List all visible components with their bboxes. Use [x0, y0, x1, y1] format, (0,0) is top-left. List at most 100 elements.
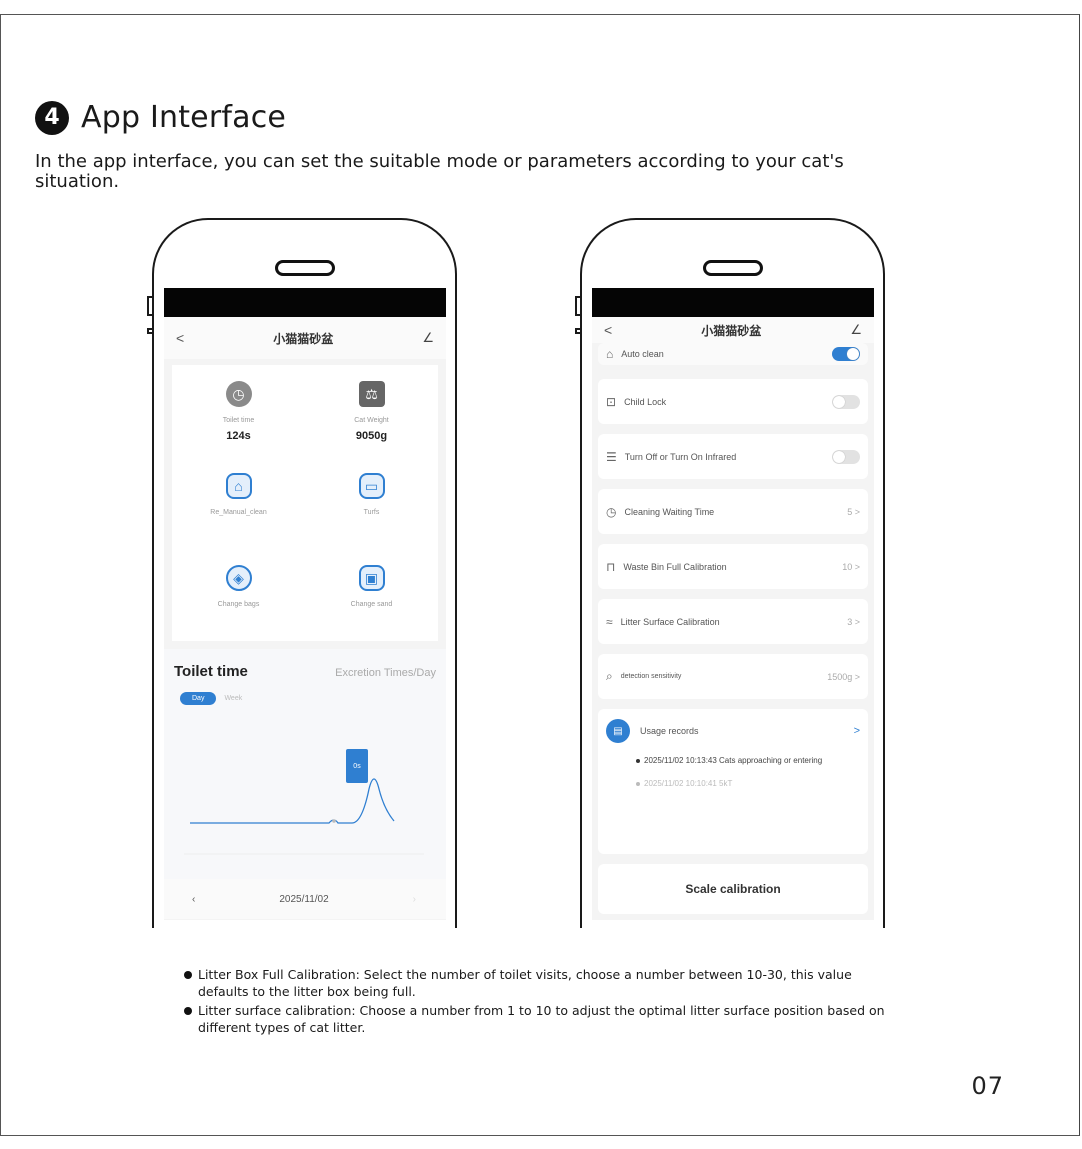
tile-turfs[interactable]: ▭ Turfs: [305, 457, 438, 549]
tile-manual-clean[interactable]: ⌂ Re_Manual_clean: [172, 457, 305, 549]
usage-record: 2025/11/02 10:13:43 Cats approaching or …: [636, 755, 860, 766]
lock-icon: ⊡: [606, 394, 617, 409]
setting-value: 5 >: [847, 506, 860, 517]
setting-label: Waste Bin Full Calibration: [623, 561, 727, 572]
auto-clean-toggle[interactable]: [832, 347, 860, 361]
app-screen-settings: < 小猫猫砂盆 ∠ ⌂ Auto clean ⊡ Child Lock ☰ Turn …: [592, 288, 874, 920]
setting-cleaning-wait[interactable]: ◷ Cleaning Waiting Time 5 >: [598, 489, 868, 534]
back-icon[interactable]: <: [604, 322, 612, 338]
search-icon: ⌕: [606, 669, 613, 683]
phone-side-button: [147, 296, 153, 316]
section-number-badge: 4: [35, 100, 69, 135]
setting-label: Turn Off or Turn On Infrared: [624, 451, 737, 462]
date-nav: ‹ 2025/11/02 ›: [164, 879, 446, 919]
bin-icon: ▭: [358, 473, 385, 499]
phone-side-button: [147, 328, 153, 334]
broom-icon: ⌂: [606, 347, 614, 361]
infrared-toggle[interactable]: [832, 449, 860, 464]
setting-label: Litter Surface Calibration: [620, 616, 720, 627]
back-icon[interactable]: <: [176, 330, 184, 346]
chart-tabs: Toilet time Excretion Times/Day: [164, 649, 446, 680]
tile-cat-weight[interactable]: ⚖ Cat Weight 9050g: [305, 365, 438, 457]
scale-calibration-button[interactable]: Scale calibration: [598, 864, 868, 914]
tile-change-bags[interactable]: ◈ Change bags: [172, 549, 305, 641]
sand-icon: ▣: [358, 565, 385, 591]
chart-line-svg: [184, 778, 424, 855]
chevron-right-icon[interactable]: >: [854, 725, 860, 737]
tile-label: Change bags: [217, 601, 260, 608]
section-heading: 4 App Interface: [35, 100, 286, 135]
tile-value: 9050g: [355, 430, 388, 442]
setting-label: Cleaning Waiting Time: [624, 506, 715, 517]
tile-change-sand[interactable]: ▣ Change sand: [305, 549, 438, 641]
setting-label: Auto clean: [621, 349, 664, 359]
setting-auto-clean[interactable]: ⌂ Auto clean: [598, 343, 868, 365]
bin-icon: ⊓: [606, 559, 616, 574]
phone-speaker: [274, 260, 335, 276]
chart-tooltip: 0s: [346, 749, 368, 783]
bag-icon: ◈: [225, 565, 252, 591]
tab-excretion-times[interactable]: Excretion Times/Day: [335, 667, 436, 679]
next-date-button[interactable]: ›: [413, 894, 416, 905]
tile-label: Cat Weight: [354, 417, 389, 424]
function-grid: ◷ Toilet time 124s ⚖ Cat Weight 9050g ⌂ …: [172, 365, 438, 641]
chart-series-line: [190, 778, 395, 824]
usage-record: 2025/11/02 10:10:41 5kT: [636, 778, 860, 789]
clean-icon: ⌂: [225, 473, 252, 499]
toilet-time-chart: Toilet time Excretion Times/Day Day Week…: [164, 649, 446, 919]
clock-icon: ◷: [225, 381, 252, 407]
setting-detection-sensitivity[interactable]: ⌕ detection sensitivity 1500g >: [598, 654, 868, 699]
tile-label: Re_Manual_clean: [210, 509, 267, 516]
infrared-icon: ☰: [606, 449, 617, 464]
phone-mockup-main: < 小猫猫砂盆 ∠ ◷ Toilet time 124s ⚖ Cat Weigh…: [147, 218, 457, 928]
tile-label: Toilet time: [222, 417, 255, 424]
intro-paragraph: In the app interface, you can set the su…: [35, 151, 844, 192]
phone-side-button: [575, 328, 581, 334]
timer-icon: ◷: [606, 504, 617, 519]
app-nav-bar: < 小猫猫砂盆 ∠: [592, 317, 874, 343]
records-icon: ▤: [606, 719, 630, 743]
setting-value: 10 >: [842, 561, 860, 572]
tile-label: Change sand: [350, 601, 393, 608]
tab-toilet-time[interactable]: Toilet time: [174, 663, 248, 680]
app-title: 小猫猫砂盆: [701, 323, 762, 338]
setting-child-lock[interactable]: ⊡ Child Lock: [598, 379, 868, 424]
page-number: 07: [971, 1072, 1004, 1100]
app-screen-home: < 小猫猫砂盆 ∠ ◷ Toilet time 124s ⚖ Cat Weigh…: [164, 288, 446, 920]
setting-label: Child Lock: [624, 396, 667, 407]
section-title: App Interface: [81, 100, 287, 135]
tile-toilet-time[interactable]: ◷ Toilet time 124s: [172, 365, 305, 457]
setting-litter-surface[interactable]: ≈ Litter Surface Calibration 3 >: [598, 599, 868, 644]
phone-side-button: [575, 296, 581, 316]
notes-list: Litter Box Full Calibration: Select the …: [184, 966, 894, 1038]
usage-records-header[interactable]: ▤ Usage records >: [606, 719, 860, 743]
setting-waste-bin[interactable]: ⊓ Waste Bin Full Calibration 10 >: [598, 544, 868, 589]
app-nav-bar: < 小猫猫砂盆 ∠: [164, 317, 446, 359]
period-week-button[interactable]: Week: [224, 695, 242, 702]
usage-records-card: ▤ Usage records > 2025/11/02 10:13:43 Ca…: [598, 709, 868, 854]
surface-icon: ≈: [606, 614, 613, 629]
phone-speaker: [702, 260, 763, 276]
usage-records-title: Usage records: [640, 726, 699, 736]
note-item: Litter Box Full Calibration: Select the …: [184, 966, 894, 1000]
note-item: Litter surface calibration: Choose a num…: [184, 1002, 894, 1036]
period-day-button[interactable]: Day: [180, 692, 217, 705]
edit-icon[interactable]: ∠: [850, 322, 862, 338]
setting-infrared[interactable]: ☰ Turn Off or Turn On Infrared: [598, 434, 868, 479]
current-date: 2025/11/02: [279, 893, 329, 905]
tile-value: 124s: [226, 430, 251, 442]
setting-label: detection sensitivity: [620, 673, 682, 680]
app-title: 小猫猫砂盆: [273, 331, 334, 346]
period-selector: Day Week: [164, 680, 446, 705]
chart-point: [332, 819, 336, 823]
status-bar: [164, 288, 446, 317]
phone-mockup-settings: < 小猫猫砂盆 ∠ ⌂ Auto clean ⊡ Child Lock ☰ Turn …: [575, 218, 885, 928]
status-bar: [592, 288, 874, 317]
scale-icon: ⚖: [358, 381, 385, 407]
prev-date-button[interactable]: ‹: [192, 894, 195, 905]
setting-value: 1500g >: [827, 671, 860, 682]
tile-label: Turfs: [363, 509, 380, 516]
setting-value: 3 >: [847, 616, 860, 627]
edit-icon[interactable]: ∠: [422, 330, 434, 346]
child-lock-toggle[interactable]: [832, 394, 860, 409]
